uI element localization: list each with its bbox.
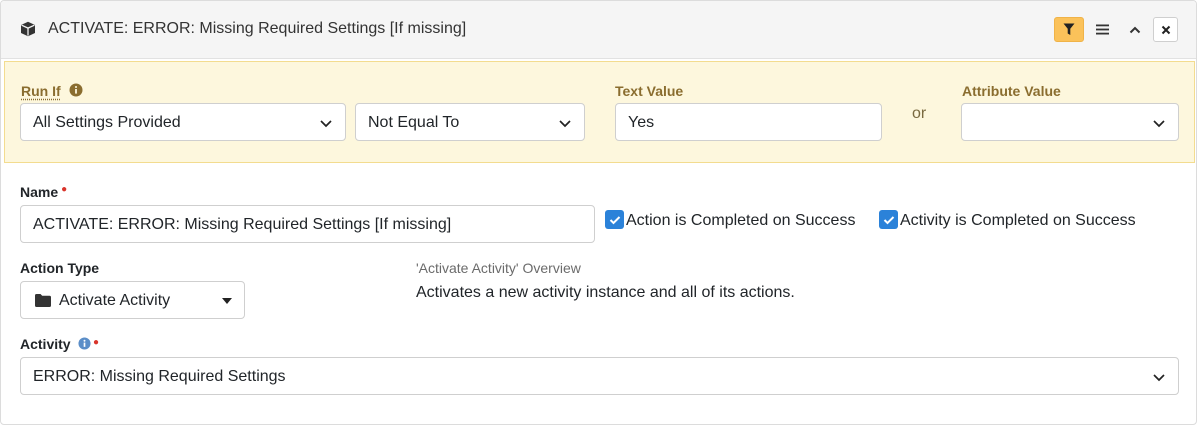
filter-button[interactable]: [1054, 17, 1084, 42]
caret-down-icon: [222, 298, 232, 304]
name-label: Name ●: [20, 184, 67, 200]
filter-icon: [1063, 23, 1075, 35]
activity-select[interactable]: ERROR: Missing Required Settings: [20, 357, 1179, 395]
or-separator: or: [912, 105, 927, 122]
chevron-down-icon: [1153, 120, 1165, 128]
chevron-down-icon: [559, 120, 571, 128]
overview-title: 'Activate Activity' Overview: [416, 260, 581, 276]
chevron-down-icon: [1153, 374, 1165, 382]
activity-completed-checkbox[interactable]: [879, 210, 898, 229]
action-type-select[interactable]: Activate Activity: [20, 281, 245, 319]
activity-completed-label[interactable]: Activity is Completed on Success: [900, 212, 1136, 230]
action-panel: ACTIVATE: ERROR: Missing Required Settin…: [0, 0, 1197, 425]
run-if-label: Run If: [21, 83, 61, 99]
run-if-attribute-value: All Settings Provided: [33, 114, 181, 131]
required-indicator: ●: [93, 337, 100, 348]
action-type-label: Action Type: [20, 260, 100, 276]
attribute-value-label: Attribute Value: [962, 83, 1061, 99]
action-type-value: Activate Activity: [59, 292, 171, 309]
name-value: ACTIVATE: ERROR: Missing Required Settin…: [33, 216, 452, 233]
activity-label-text: Activity: [20, 336, 71, 352]
panel-header: ACTIVATE: ERROR: Missing Required Settin…: [1, 1, 1196, 59]
comparison-value: Not Equal To: [368, 114, 460, 131]
cube-icon: [21, 21, 35, 37]
overview-description: Activates a new activity instance and al…: [416, 284, 795, 301]
text-value-label: Text Value: [615, 83, 684, 99]
collapse-button[interactable]: [1120, 17, 1150, 42]
menu-icon: [1095, 24, 1109, 35]
close-button[interactable]: [1153, 17, 1178, 42]
chevron-up-icon: [1129, 26, 1141, 33]
name-input[interactable]: ACTIVATE: ERROR: Missing Required Settin…: [20, 205, 595, 243]
text-value-input[interactable]: Yes: [615, 103, 882, 141]
run-if-attribute-select[interactable]: All Settings Provided: [20, 103, 346, 141]
action-completed-checkbox[interactable]: [605, 210, 624, 229]
comparison-select[interactable]: Not Equal To: [355, 103, 585, 141]
close-icon: [1161, 25, 1170, 34]
info-icon[interactable]: [78, 337, 91, 350]
name-label-text: Name: [20, 184, 59, 200]
activity-label: Activity: [20, 336, 71, 352]
folder-icon: [35, 294, 51, 307]
chevron-down-icon: [320, 120, 332, 128]
activity-value: ERROR: Missing Required Settings: [33, 368, 286, 385]
panel-title: ACTIVATE: ERROR: Missing Required Settin…: [48, 20, 467, 37]
run-if-section: Run If All Settings Provided Not Equal T…: [4, 61, 1195, 163]
checkmark-icon: [883, 215, 894, 224]
info-icon[interactable]: [69, 83, 83, 97]
action-completed-label[interactable]: Action is Completed on Success: [626, 212, 855, 230]
menu-button[interactable]: [1087, 17, 1117, 42]
attribute-value-select[interactable]: [961, 103, 1179, 141]
text-value: Yes: [628, 114, 655, 131]
required-indicator: ●: [61, 184, 68, 195]
checkmark-icon: [609, 215, 620, 224]
